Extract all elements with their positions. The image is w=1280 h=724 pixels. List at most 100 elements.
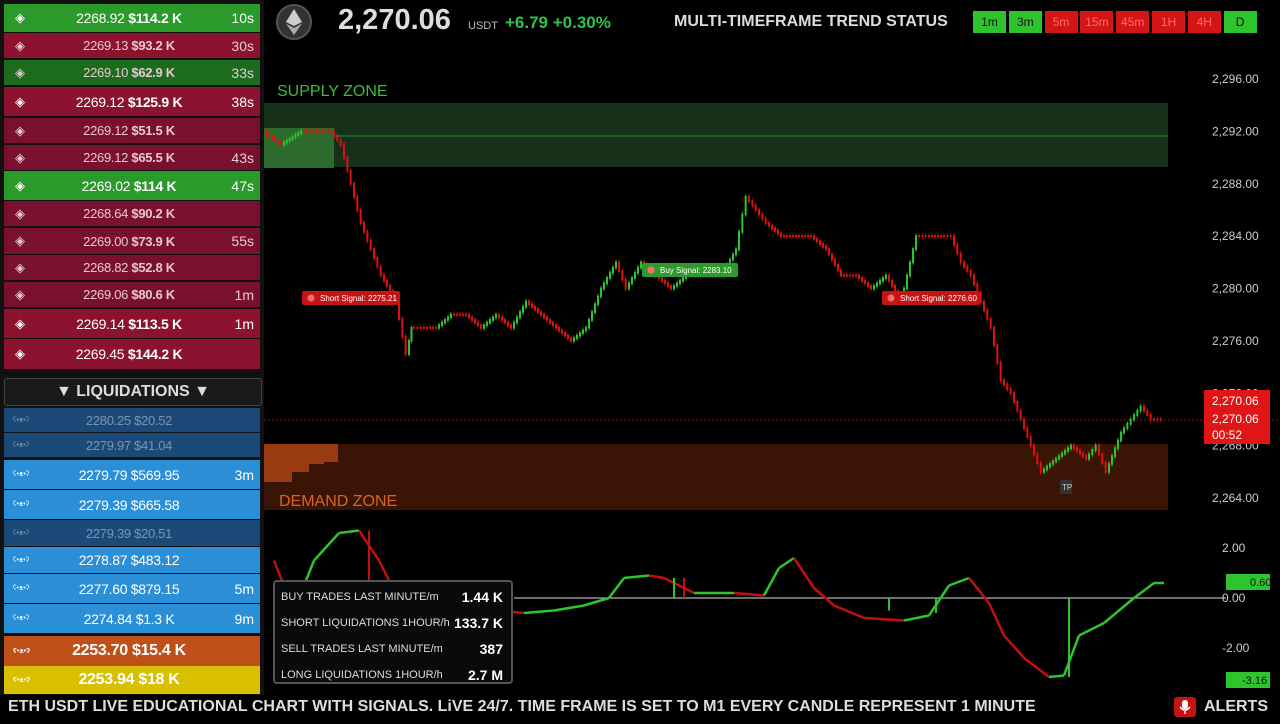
timeframe-D[interactable]: D — [1223, 11, 1257, 33]
candle — [679, 279, 681, 285]
trade-time: 1m — [234, 315, 254, 332]
candle — [909, 261, 911, 277]
candle — [1055, 457, 1057, 463]
candle — [489, 318, 491, 324]
candle — [573, 337, 575, 342]
liquidation-row: ʕ•ᴥ•ʔ 2279.39 $665.58 — [4, 490, 260, 519]
candle — [615, 261, 617, 269]
trade-price-amount: 2269.12 $65.5 K — [83, 150, 175, 165]
timeframe-1m[interactable]: 1m — [973, 11, 1006, 33]
timeframe-45m[interactable]: 45m — [1116, 11, 1150, 33]
candle — [855, 274, 857, 277]
candle — [419, 326, 422, 329]
price-change: +6.79 +0.30% — [505, 13, 611, 32]
candle — [612, 266, 614, 274]
candle — [849, 274, 851, 277]
candle — [983, 300, 985, 312]
candle — [522, 305, 524, 314]
candle — [600, 287, 602, 298]
candle — [1133, 414, 1135, 421]
candle — [807, 235, 809, 238]
oscillator-line — [813, 587, 835, 607]
candle — [1088, 453, 1090, 460]
timeframe-5m[interactable]: 5m — [1044, 11, 1078, 33]
candle — [673, 284, 675, 290]
candle — [423, 326, 425, 329]
oscillator-line — [1078, 621, 1105, 637]
candle — [369, 239, 372, 251]
candle — [956, 243, 959, 255]
signal-dot-icon — [307, 294, 315, 302]
oscillator-line — [338, 529, 360, 535]
liquidation-row: ʕ•ᴥ•ʔ 2253.94 $18 K — [4, 666, 260, 694]
candle — [410, 326, 413, 342]
price-axis-label: 2,284.00 — [1212, 229, 1259, 243]
candle — [285, 139, 288, 144]
trade-row: ◈ 2269.06 $80.6 K 1m — [4, 282, 260, 307]
candle — [949, 235, 952, 238]
candle — [912, 248, 914, 264]
candle — [628, 282, 630, 290]
candle — [534, 305, 536, 311]
oscillator-line — [648, 574, 665, 580]
candle — [751, 200, 754, 207]
timeframe-15m[interactable]: 15m — [1080, 11, 1114, 33]
candle — [670, 284, 672, 290]
candle — [1043, 468, 1045, 473]
price-axis-label: 2,288.00 — [1212, 177, 1259, 191]
osc-value: 0.60 — [1250, 577, 1271, 589]
candle — [353, 182, 355, 198]
trade-time: 55s — [231, 233, 254, 249]
candle — [359, 208, 362, 225]
stat-label: BUY TRADES LAST MINUTE/m — [281, 591, 439, 603]
timeframe-4H[interactable]: 4H — [1187, 11, 1221, 33]
candle — [294, 134, 297, 138]
trade-time: 47s — [231, 177, 254, 194]
candle — [1039, 462, 1042, 473]
candle — [924, 235, 927, 238]
trade-time: 38s — [231, 93, 254, 110]
candle — [606, 277, 608, 285]
supply-zone-label: SUPPLY ZONE — [277, 83, 388, 100]
price-axis-label: 2,280.00 — [1212, 282, 1259, 296]
candle — [891, 279, 893, 287]
candle — [943, 235, 945, 238]
signal-label: Short Signal: 2275.21 — [320, 294, 397, 303]
candle — [1156, 418, 1159, 421]
liq-price-amount: 2279.97 $41.04 — [85, 437, 173, 453]
candle — [1049, 462, 1051, 468]
candle — [1013, 392, 1015, 403]
candle — [795, 235, 797, 238]
candle — [501, 316, 503, 321]
candle — [858, 274, 860, 280]
trade-row: ◈ 2269.10 $62.9 K 33s — [4, 60, 260, 85]
alerts-label[interactable]: ALERTS — [1204, 695, 1268, 718]
candle — [306, 130, 308, 133]
candle — [637, 266, 639, 274]
demand-zone-label: DEMAND ZONE — [279, 493, 397, 510]
candle — [777, 229, 779, 235]
liq-price-amount: 2279.39 $20.51 — [85, 525, 173, 541]
trade-price-amount: 2269.14 $113.5 K — [76, 315, 182, 332]
timeframe-1H[interactable]: 1H — [1152, 11, 1185, 33]
liquidation-row: ʕ•ᴥ•ʔ 2280.25 $20.52 — [4, 408, 260, 432]
candle — [1108, 462, 1110, 473]
oscillator-line — [1062, 635, 1081, 676]
candle — [867, 282, 869, 287]
candle — [993, 326, 995, 347]
candle — [624, 278, 627, 290]
candle — [682, 277, 684, 282]
candle — [822, 242, 824, 248]
candle — [986, 309, 989, 321]
candle — [609, 271, 611, 280]
candle — [813, 235, 815, 240]
candle — [1019, 409, 1022, 421]
microphone-icon[interactable] — [1174, 697, 1196, 717]
candle — [567, 334, 569, 340]
timeframe-3m[interactable]: 3m — [1008, 11, 1042, 33]
candle — [274, 136, 276, 142]
oscillator-line — [1133, 582, 1155, 599]
trade-price-amount: 2269.12 $51.5 K — [83, 123, 175, 138]
candle — [416, 326, 419, 329]
candle — [1023, 418, 1025, 430]
